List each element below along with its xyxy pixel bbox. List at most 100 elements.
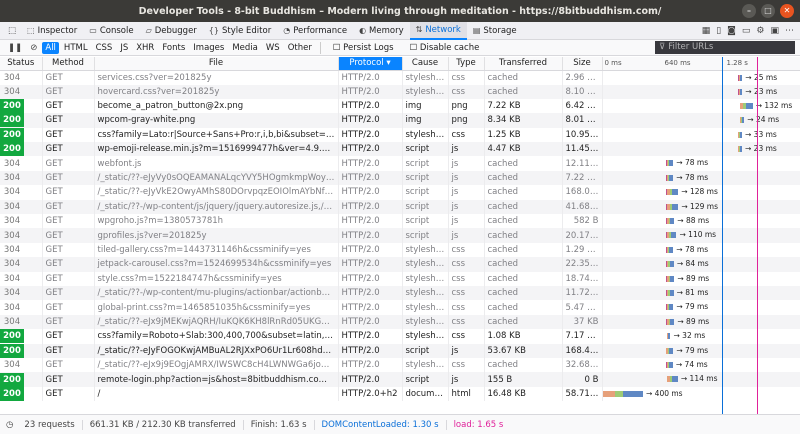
table-row[interactable]: 200 GET wp-emoji-release.min.js?m=15169994…: [0, 142, 800, 157]
table-row[interactable]: 200 GET become_a_patron_button@2x.png HTTP/…: [0, 98, 800, 114]
table-row[interactable]: 304 GET jetpack-carousel.css?m=1524699534h…: [0, 257, 800, 272]
col-file[interactable]: File: [94, 57, 339, 71]
scratchpad-icon[interactable]: ▭: [742, 26, 751, 36]
size-cell: 8.10 KB: [562, 84, 603, 99]
method-cell: GET: [42, 314, 95, 330]
filter-css[interactable]: CSS: [93, 42, 116, 54]
protocol-cell: HTTP/2.0: [338, 156, 403, 171]
timing-label: → 23 ms: [745, 86, 778, 96]
filter-other[interactable]: Other: [285, 42, 315, 54]
table-row[interactable]: 200 GET / HTTP/2.0+h2 document html 16.48 KB 58…: [0, 386, 800, 402]
timing-label: → 78 ms: [676, 172, 709, 182]
pick-element-icon[interactable]: ⬚: [3, 22, 21, 40]
col-status[interactable]: Status: [0, 57, 43, 71]
gear-icon[interactable]: ⚙: [756, 26, 764, 36]
tab-performance[interactable]: ◔ Performance: [277, 22, 353, 40]
col-protocol-label: Protocol: [349, 58, 384, 69]
table-row[interactable]: 304 GET style.css?m=1522184747h&cssminify=…: [0, 271, 800, 286]
responsive-mode-icon[interactable]: ▯: [716, 26, 721, 36]
filter-xhr[interactable]: XHR: [133, 42, 157, 54]
network-summary-icon[interactable]: ◷: [6, 420, 13, 430]
table-row[interactable]: 304 GET tiled-gallery.css?m=1443731146h&cs…: [0, 242, 800, 258]
cause-cell: stylesheet: [402, 314, 449, 330]
filter-js[interactable]: JS: [117, 42, 131, 54]
maximize-icon[interactable]: □: [761, 4, 775, 18]
minimize-icon[interactable]: –: [742, 4, 756, 18]
table-row[interactable]: 200 GET wpcom-gray-white.png HTTP/2.0 img png…: [0, 113, 800, 128]
persist-logs-checkbox[interactable]: ☐ Persist Logs: [325, 43, 402, 53]
filter-all[interactable]: All: [42, 41, 59, 54]
table-row[interactable]: 304 GET/_static/??-eJx9j9EOgjAMRX/IWSWC8c…: [0, 357, 800, 373]
more-icon[interactable]: ⋯: [785, 26, 794, 36]
timing-bar: [665, 160, 674, 167]
col-size[interactable]: Size: [562, 57, 603, 71]
screenshot-icon[interactable]: ◙: [727, 26, 736, 36]
table-row[interactable]: 200 GET css?family=Lato:r|Source+Sans+Pro:…: [0, 127, 800, 143]
table-row[interactable]: 200 GET css?family=Roboto+Slab:300,400,700…: [0, 329, 800, 344]
tab-storage[interactable]: ▤ Storage: [467, 22, 523, 40]
file-cell: tiled-gallery.css?m=1443731146h&cssminif…: [94, 242, 339, 258]
tick-0: 0 ms: [604, 59, 622, 68]
dock-icon[interactable]: ▣: [770, 26, 779, 36]
window-title: Developer Tools - 8-bit Buddhism – Moder…: [138, 5, 662, 17]
tab-memory[interactable]: ◐ Memory: [353, 22, 410, 40]
filter-ws[interactable]: WS: [263, 42, 283, 54]
method-cell: GET: [42, 228, 95, 243]
status-cell: 304: [0, 185, 43, 200]
status-badge: 304: [3, 360, 21, 371]
pause-icon[interactable]: ❚❚: [4, 43, 26, 53]
size-cell: 37 KB: [562, 314, 603, 330]
protocol-cell: HTTP/2.0: [338, 199, 403, 215]
filter-media[interactable]: Media: [229, 42, 261, 54]
size-cell: 11.45 KB: [562, 142, 603, 157]
table-row[interactable]: 304 GET gprofiles.js?ver=201825y HTTP/2.0 sc…: [0, 228, 800, 243]
timing-label: → 74 ms: [675, 359, 708, 369]
table-row[interactable]: 304 GET wpgroho.js?m=1380573781h HTTP/2.0 sc…: [0, 214, 800, 229]
table-row[interactable]: 304 GET/_static/??-eJyVkE2OwyAMhS80DOrvpq…: [0, 185, 800, 200]
tab-inspector[interactable]: ⬚ Inspector: [21, 22, 83, 40]
tab-console[interactable]: ▭ Console: [83, 22, 139, 40]
toggle-tools-icon[interactable]: ▦: [702, 26, 711, 36]
request-table: Status Method File Protocol ▾ Cause Type…: [0, 57, 800, 402]
filter-images[interactable]: Images: [190, 42, 227, 54]
transfer-size: 661.31 KB / 212.30 KB transferred: [83, 419, 244, 430]
waterfall-cell: → 114 ms: [602, 372, 800, 387]
table-row[interactable]: 200 GET/_static/??-eJyFOGOKwjAMBuAL2RJXxP…: [0, 343, 800, 358]
disable-cache-label: Disable cache: [419, 42, 480, 53]
timing-segment: [615, 390, 623, 397]
filter-fonts[interactable]: Fonts: [159, 42, 188, 54]
tab-style-editor[interactable]: {} Style Editor: [203, 22, 277, 40]
col-protocol[interactable]: Protocol ▾: [338, 57, 403, 71]
timing-bar: [665, 275, 675, 282]
size-cell: 7.17 KB: [562, 329, 603, 344]
clear-icon[interactable]: ⊘: [26, 43, 41, 53]
table-row[interactable]: 304 GET services.css?ver=201825y HTTP/2.0 st…: [0, 70, 800, 85]
close-icon[interactable]: ✕: [780, 4, 794, 18]
table-row[interactable]: 304 GET/_static/??-eJyVy0sOQEAMANALqcYVY5…: [0, 170, 800, 186]
table-row[interactable]: 200 GET remote-login.php?action=js&host=8b…: [0, 372, 800, 387]
tab-debugger[interactable]: ▱ Debugger: [140, 22, 203, 40]
waterfall-cell: → 32 ms: [602, 329, 800, 344]
col-type[interactable]: Type: [448, 57, 485, 71]
table-row[interactable]: 304 GET global-print.css?m=1465851035h&css…: [0, 300, 800, 315]
disable-cache-checkbox[interactable]: ☐ Disable cache: [402, 43, 488, 53]
filter-urls-input[interactable]: ⊽ Filter URLs: [655, 41, 795, 54]
table-row[interactable]: 304 GET/_static/??-/wp-content/mu-plugins…: [0, 285, 800, 301]
col-transferred[interactable]: Transferred: [484, 57, 563, 71]
table-row[interactable]: 304 GET hovercard.css?ver=201825y HTTP/2.0 s…: [0, 84, 800, 99]
filter-html[interactable]: HTML: [61, 42, 91, 54]
col-cause[interactable]: Cause: [402, 57, 449, 71]
table-row[interactable]: 304 GET webfont.js HTTP/2.0 script js cached 12…: [0, 156, 800, 171]
tab-network[interactable]: ⇅ Network: [409, 21, 467, 40]
file-cell: /_static/??-/wp-content/js/jquery/jquery…: [94, 199, 339, 215]
status-badge: 200: [0, 99, 24, 114]
waterfall-cell: → 78 ms: [602, 242, 800, 258]
table-row[interactable]: 304 GET/_static/??-eJx9jMEKwjAQRH/IuKQK6K…: [0, 314, 800, 330]
col-waterfall[interactable]: 0 ms 640 ms 1.28 s: [602, 57, 800, 71]
timing-label: → 32 ms: [673, 331, 706, 341]
table-row[interactable]: 304 GET/_static/??-/wp-content/js/jquery/…: [0, 199, 800, 215]
filter-buttons: All HTML CSS JS XHR Fonts Images Media WS Other: [41, 41, 315, 54]
col-method[interactable]: Method: [42, 57, 95, 71]
tab-label: Memory: [369, 25, 404, 36]
type-cell: js: [448, 343, 485, 358]
